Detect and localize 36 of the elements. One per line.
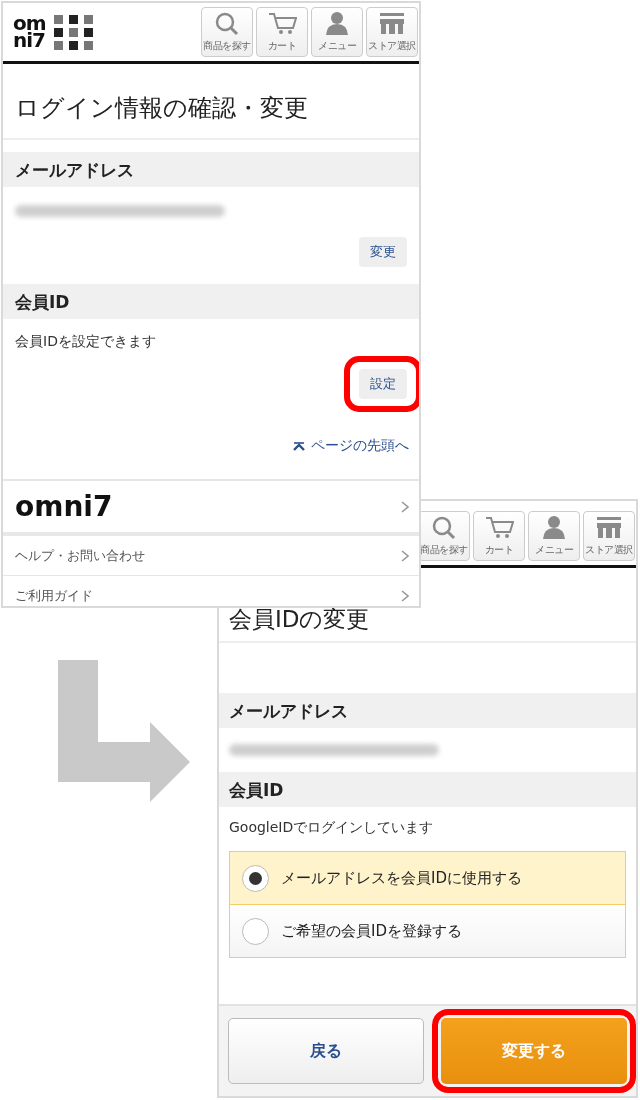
radio-icon [242, 864, 269, 892]
cart-icon [267, 10, 297, 36]
store-icon [377, 10, 407, 36]
cart-icon [484, 514, 514, 540]
radio-option[interactable]: メールアドレスを会員IDに使用する [229, 851, 626, 905]
chevron-right-icon [401, 589, 409, 602]
footer-link[interactable]: omni7 [3, 481, 419, 536]
bent-arrow-icon [58, 660, 192, 804]
header-nav-button[interactable]: 商品を探す [418, 511, 470, 561]
store-icon [594, 514, 624, 540]
back-button[interactable]: 戻る [228, 1018, 424, 1084]
section-text: 会員IDを設定できます [15, 333, 157, 351]
logo-text: ni7 [13, 32, 46, 49]
radio-icon [242, 917, 269, 945]
page-title: ログイン情報の確認・変更 [3, 64, 419, 140]
caret-up-icon [293, 441, 305, 451]
section-heading: メールアドレス [219, 693, 636, 728]
page-top-link[interactable]: ページの先頭へ [293, 437, 409, 455]
footer-link[interactable]: ヘルプ・お問い合わせ [3, 536, 419, 576]
header-nav-button[interactable]: ストア選択 [366, 7, 418, 57]
header-nav-button[interactable]: ストア選択 [583, 511, 635, 561]
action-button[interactable]: 設定 [359, 369, 407, 399]
section-text: GoogleIDでログインしています [229, 819, 435, 837]
section-heading: メールアドレス [3, 152, 419, 187]
header-nav-button[interactable]: カート [473, 511, 525, 561]
action-button[interactable]: 変更 [359, 237, 407, 267]
header-nav-button[interactable]: カート [256, 7, 308, 57]
section-heading: 会員ID [219, 772, 636, 807]
section-heading: 会員ID [3, 284, 419, 319]
header-nav-button[interactable]: メニュー [528, 511, 580, 561]
chevron-right-icon [401, 500, 409, 513]
header-nav-button[interactable]: 商品を探す [201, 7, 253, 57]
header-nav-button[interactable]: メニュー [311, 7, 363, 57]
logo-text: om [13, 15, 46, 32]
logo-squares-icon [53, 14, 93, 50]
chevron-right-icon [401, 549, 409, 562]
